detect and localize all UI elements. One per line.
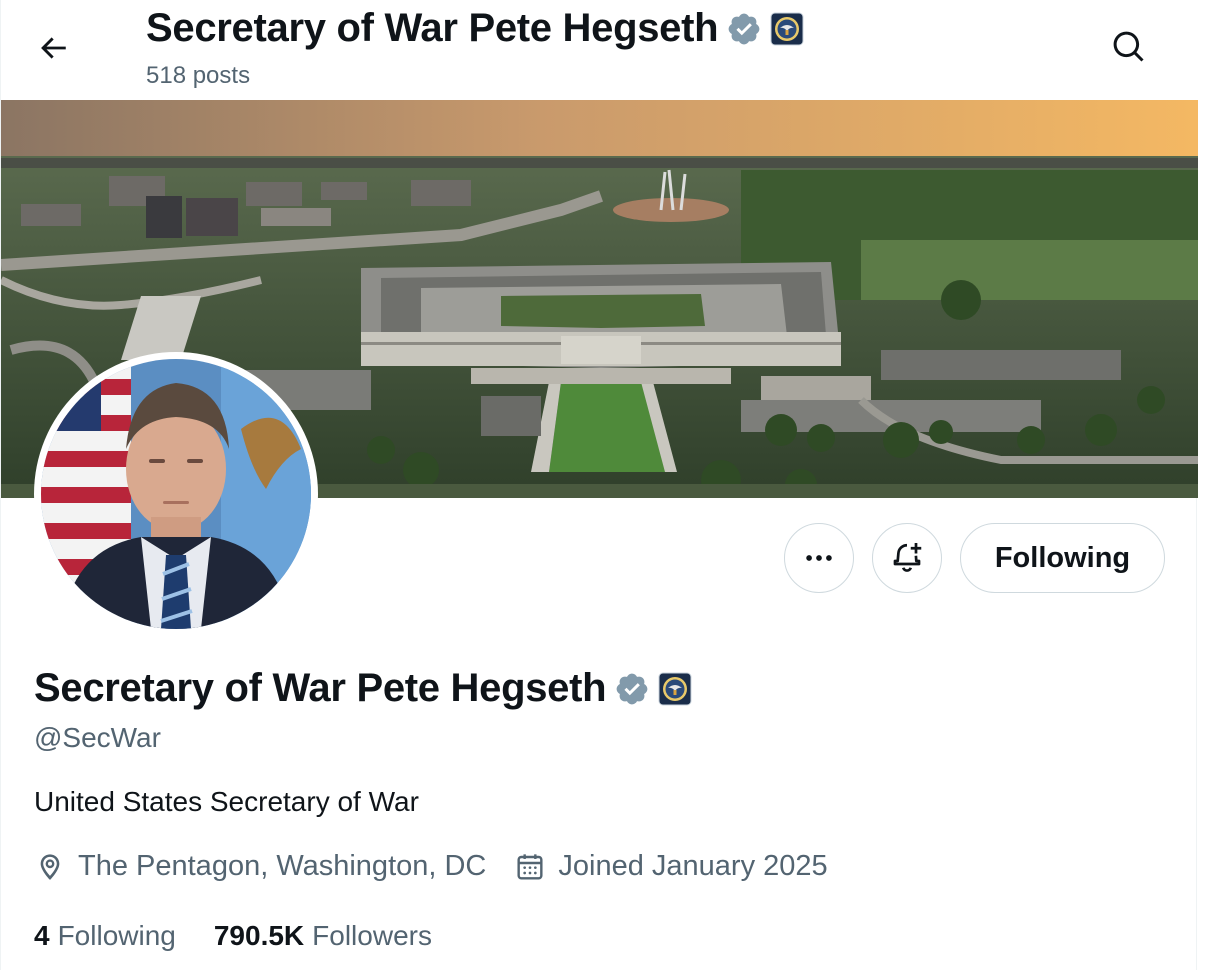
header-title-row: Secretary of War Pete Hegseth xyxy=(146,6,804,51)
location-pin-icon xyxy=(40,853,60,880)
search-button[interactable] xyxy=(1099,17,1159,77)
following-count: 4 xyxy=(34,920,50,951)
back-button[interactable] xyxy=(23,18,83,78)
department-seal-icon[interactable] xyxy=(658,672,692,706)
profile-avatar-frame[interactable] xyxy=(34,352,318,636)
verified-badge-icon xyxy=(728,13,760,44)
profile-name-row: Secretary of War Pete Hegseth xyxy=(34,666,692,711)
notifications-button[interactable] xyxy=(872,523,942,593)
profile-joined: Joined January 2025 xyxy=(514,850,828,883)
header-title: Secretary of War Pete Hegseth xyxy=(146,6,719,50)
profile-handle: @SecWar xyxy=(34,722,161,753)
profile-location: The Pentagon, Washington, DC xyxy=(34,850,486,883)
following-count-link[interactable]: 4 Following xyxy=(34,920,176,952)
more-dots-icon xyxy=(806,555,832,561)
avatar xyxy=(41,359,311,629)
bell-plus-icon xyxy=(893,543,922,572)
arrow-left-icon xyxy=(41,37,66,59)
following-button[interactable]: Following xyxy=(960,523,1165,593)
posts-count: 518 posts xyxy=(146,62,251,89)
followers-label: Followers xyxy=(312,920,432,951)
profile-bio: United States Secretary of War xyxy=(34,786,419,817)
location-text: The Pentagon, Washington, DC xyxy=(78,850,487,882)
verified-badge-icon[interactable] xyxy=(614,671,650,707)
profile-page: Secretary of War Pete Hegseth 518 posts xyxy=(0,0,1198,970)
joined-text: Joined January 2025 xyxy=(558,850,828,882)
profile-header-bar: Secretary of War Pete Hegseth 518 posts xyxy=(1,0,1198,100)
department-seal-icon xyxy=(770,12,804,45)
search-icon xyxy=(1113,31,1144,62)
profile-meta: The Pentagon, Washington, DC Joined Janu… xyxy=(34,850,828,883)
following-label: Following xyxy=(57,920,176,951)
followers-count: 790.5K xyxy=(213,920,305,951)
more-options-button[interactable] xyxy=(784,523,854,593)
followers-count-link[interactable]: 790.5K Followers xyxy=(214,920,432,952)
avatar-photo xyxy=(41,359,311,629)
profile-name: Secretary of War Pete Hegseth xyxy=(34,666,607,710)
calendar-icon xyxy=(517,853,543,880)
profile-stats: 4 Following 790.5K Followers xyxy=(34,920,432,952)
